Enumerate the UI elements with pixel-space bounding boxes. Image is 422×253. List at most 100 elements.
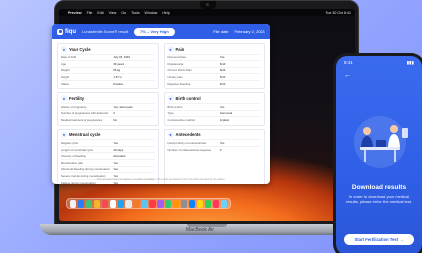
report-card: ● Antecedents Family history of endometrio… — [163, 128, 265, 184]
menu-bar: Preview File Edit View Go Tools Window H… — [59, 9, 355, 16]
row-label: History of pregnancy — [61, 104, 87, 109]
row-value: Yes — [219, 104, 225, 109]
report-body: ● Your Cycle Date of birth July 15, 1991 Age… — [52, 39, 270, 184]
dock-app-icon[interactable] — [93, 199, 101, 208]
card-row: Date of birth July 15, 1991 — [61, 53, 155, 61]
card-title-text: Your Cycle — [69, 46, 91, 52]
card-row: Type Hormonal — [167, 109, 261, 117]
card-row: Family history of endometriosis Yes — [167, 139, 261, 146]
card-title: ● Fertility — [61, 95, 155, 102]
dock-app-icon[interactable] — [180, 199, 188, 208]
row-label: Abnormal bleeding during menstruation — [61, 167, 110, 172]
card-title-text: Birth control — [175, 95, 201, 101]
row-value: Yes, about past — [113, 104, 133, 109]
phone-status-bar: 8:41 ▮▮▮ — [336, 56, 422, 66]
dock-app-icon[interactable] — [77, 199, 85, 208]
card-title-text: Pain — [175, 46, 185, 52]
report-card: ● Fertility History of pregnancy Yes, about… — [57, 92, 159, 126]
dock-app-icon[interactable] — [117, 199, 124, 208]
dock-app-icon[interactable] — [157, 199, 164, 208]
dock-app-icon[interactable] — [165, 199, 172, 208]
card-title: ● Birth control — [167, 95, 262, 102]
row-value: Yes — [113, 160, 118, 165]
pain-icon: ● — [167, 46, 174, 52]
card-row: Length of menstrual cycle 29 days — [61, 145, 155, 153]
back-arrow-icon[interactable]: ← — [344, 72, 351, 79]
row-label: Age — [61, 61, 66, 66]
dock-app-icon[interactable] — [101, 199, 109, 208]
row-value: Yes — [219, 141, 225, 146]
card-row: Status Positive — [61, 79, 155, 87]
menu-item-go[interactable]: Go — [121, 11, 126, 15]
menu-item-view[interactable]: View — [109, 11, 117, 15]
dock-app-icon[interactable] — [133, 199, 140, 208]
fertility-icon: ● — [61, 95, 67, 102]
row-value: 0 — [113, 111, 115, 116]
dock-app-icon[interactable] — [125, 199, 132, 208]
row-value: Yes — [113, 180, 118, 184]
dock-app-icon[interactable] — [85, 199, 93, 208]
dock-app-icon[interactable] — [141, 199, 148, 208]
menu-item-window[interactable]: Window — [145, 11, 158, 15]
report-card: ● Birth control Birth control Yes Type Hormon… — [163, 92, 265, 126]
menu-item-help[interactable]: Help — [162, 11, 169, 15]
start-test-button[interactable]: Start Fertilization Test → — [344, 234, 414, 245]
row-label: Status — [61, 81, 69, 86]
dock-app-icon[interactable] — [204, 199, 212, 208]
card-row: Contraceptive method Implant — [167, 116, 261, 123]
row-value: 6/10 — [219, 61, 226, 66]
card-row: Weight 56 kg — [61, 66, 155, 74]
dock-app-icon[interactable] — [149, 199, 156, 208]
dock-app-icon[interactable] — [220, 199, 227, 208]
row-value: Hormonal — [219, 111, 232, 116]
dock-app-icon[interactable] — [109, 199, 117, 208]
row-label: Regular cycle — [61, 141, 78, 146]
report-card: ● Your Cycle Date of birth July 15, 1991 Age… — [57, 43, 159, 90]
phone-time: 8:41 — [344, 60, 353, 65]
row-label: Type — [167, 111, 174, 116]
antecedents-icon: ● — [167, 131, 174, 138]
logo-icon — [57, 28, 63, 35]
menu-item-tools[interactable]: Tools — [131, 11, 139, 15]
dock-app-icon[interactable] — [188, 199, 196, 208]
menu-item-app[interactable]: Preview — [68, 11, 82, 15]
row-label: Digestive bleeding — [167, 81, 191, 86]
signal-icon: ▮▮▮ — [406, 60, 414, 65]
phone-description: In order to download your medical result… — [345, 194, 413, 205]
row-value: Yes — [113, 167, 118, 172]
dock-app-icon[interactable] — [212, 199, 220, 208]
consultation-illustration-icon — [354, 116, 408, 168]
dock-app-icon[interactable] — [172, 199, 180, 208]
row-label: Dyspareunia — [167, 61, 184, 66]
row-value: Abundant — [113, 154, 126, 159]
phone-title: Download results — [351, 184, 407, 191]
row-label: Chronic Pelvic Pain — [167, 68, 192, 73]
cycle-icon: ● — [61, 46, 67, 52]
row-label: Dysmenorrhea — [167, 55, 186, 60]
phone-screen: 8:41 ▮▮▮ ← Download results In order to … — [336, 56, 422, 253]
menu-item-edit[interactable]: Edit — [97, 11, 103, 15]
row-value: No — [113, 117, 117, 122]
card-row: Intensity of bleeding Abundant — [61, 152, 155, 159]
menu-item-file[interactable]: File — [87, 11, 93, 15]
row-value: 5/10 — [219, 75, 226, 80]
camera-notch — [200, 1, 216, 9]
card-row: Height 1.57 m — [61, 73, 155, 80]
menstrual-icon: ● — [61, 131, 67, 138]
dock-app-icon[interactable] — [196, 199, 204, 208]
card-title: ● Your Cycle — [61, 46, 155, 52]
phone: 8:41 ▮▮▮ ← Download results In order to … — [333, 53, 422, 253]
row-label: Urinary pain — [167, 75, 183, 80]
menubar-clock[interactable]: Tue 30 Oct 8:41 — [325, 11, 351, 15]
card-row: Chronic Pelvic Pain 8/10 — [167, 66, 261, 74]
dock-app-icon[interactable] — [70, 199, 77, 208]
card-title-text: Antecedents — [175, 132, 201, 138]
file-date-label: File date — [213, 29, 229, 34]
row-value: 56 kg — [113, 68, 121, 73]
card-row: Dysmenorrhea Yes — [167, 53, 261, 61]
row-value: 6/10 — [219, 81, 226, 86]
card-title-text: Menstrual cycle — [69, 132, 101, 138]
report-window: fiqu Lunasfertile.Score® result 7% – Ver… — [52, 24, 270, 184]
report-disclaimer: This document does not replace a medical… — [96, 177, 226, 181]
card-row: Medical treatment of pregnancies No — [61, 116, 155, 123]
